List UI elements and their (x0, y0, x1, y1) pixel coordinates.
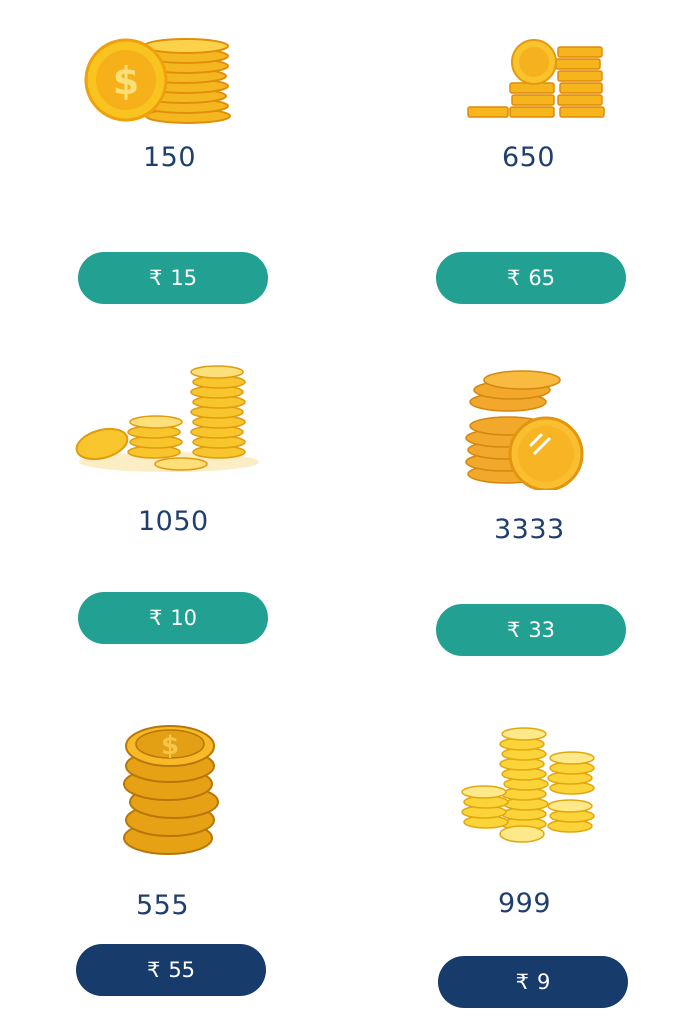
buy-button[interactable]: ₹ 55 (76, 944, 266, 996)
price-label: 9 (537, 970, 551, 994)
price-label: 15 (170, 266, 198, 290)
coin-amount: 3333 (494, 514, 565, 545)
rupee-symbol: ₹ (515, 970, 529, 994)
coin-amount: 650 (502, 142, 556, 173)
buy-button[interactable]: ₹ 65 (436, 252, 626, 304)
price-label: 10 (170, 606, 198, 630)
coin-stack-icon (75, 365, 259, 472)
price-label: 33 (528, 618, 556, 642)
coin-amount: 150 (143, 142, 197, 173)
rupee-symbol: ₹ (506, 266, 521, 290)
coin-amount: 555 (136, 890, 190, 921)
buy-button[interactable]: ₹ 15 (78, 252, 268, 304)
coin-stack-icon: $ (84, 38, 231, 124)
coin-stack-icon: $ (123, 725, 219, 855)
rupee-symbol: ₹ (148, 606, 163, 630)
coin-stack-icon (465, 370, 584, 490)
buy-button[interactable]: ₹ 33 (436, 604, 626, 656)
buy-button[interactable]: ₹ 9 (438, 956, 628, 1008)
price-label: 65 (528, 266, 556, 290)
svg-text:$: $ (161, 731, 179, 761)
rupee-symbol: ₹ (146, 958, 161, 982)
rupee-symbol: ₹ (506, 618, 521, 642)
coin-amount: 999 (498, 888, 552, 919)
rupee-symbol: ₹ (148, 266, 163, 290)
price-label: 55 (168, 958, 196, 982)
coin-stack-icon (467, 39, 605, 118)
buy-button[interactable]: ₹ 10 (78, 592, 268, 644)
coin-amount: 1050 (138, 506, 209, 537)
coin-stack-icon (461, 727, 595, 843)
svg-text:$: $ (113, 59, 139, 103)
